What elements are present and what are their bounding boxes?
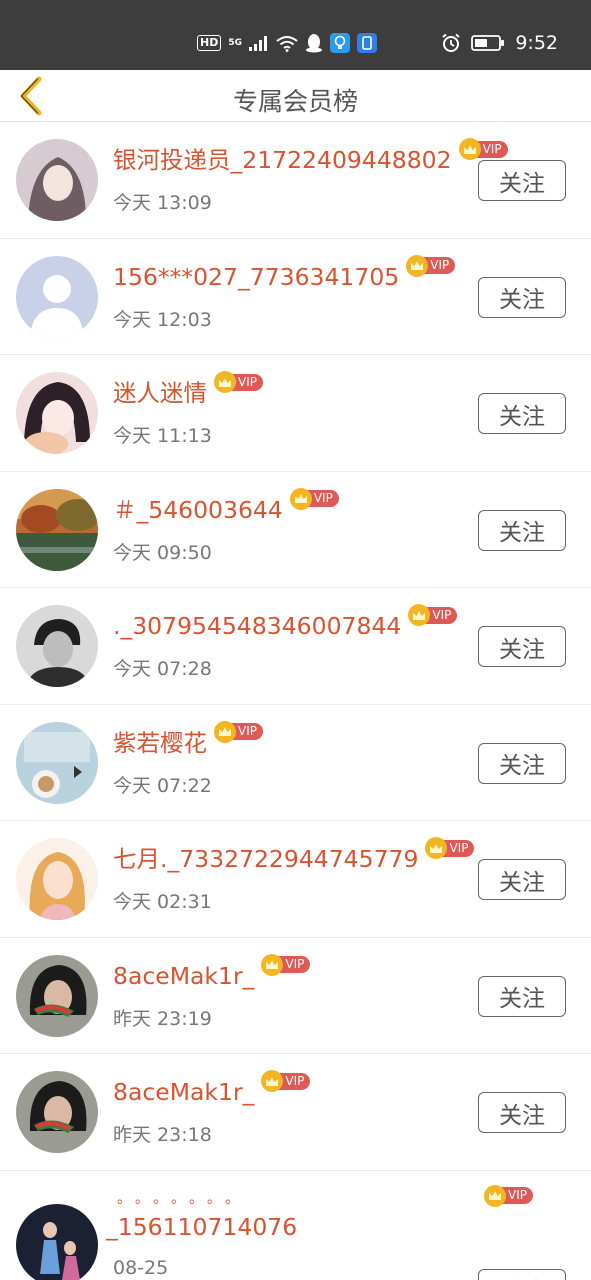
list-item[interactable]: 银河投递员_21722409448802 VIP 今天 13:09 关注 [0, 122, 591, 239]
crown-icon [261, 953, 284, 976]
member-name-line: 七月._7332722944745779 VIP [113, 837, 475, 877]
status-right: 9:52 [441, 31, 558, 55]
vip-badge: VIP [261, 1070, 311, 1092]
network-5g-icon: 5G [228, 38, 242, 48]
follow-button[interactable]: 关注 [478, 509, 566, 551]
member-time: 08-25 [113, 1256, 169, 1279]
vip-badge: VIP [484, 1184, 533, 1207]
battery-icon [471, 35, 505, 51]
follow-button[interactable]: 关注 [478, 276, 566, 318]
list-item[interactable]: 七月._7332722944745779 VIP 今天 02:31 关注 [0, 821, 591, 938]
follow-button[interactable]: 关注 [478, 393, 566, 434]
avatar[interactable] [16, 605, 98, 687]
follow-button[interactable]: 关注 [478, 626, 566, 667]
member-name-line: 8aceMak1r_ VIP [113, 953, 311, 994]
list-item[interactable]: 8aceMak1r_ VIP 昨天 23:19 关注 [0, 937, 591, 1054]
member-name[interactable]: 紫若樱花 [113, 725, 207, 761]
vip-badge: VIP [214, 371, 263, 393]
member-name-line: _156110714076 [106, 1209, 297, 1245]
follow-button[interactable]: 关注 [478, 1092, 566, 1133]
follow-button[interactable]: 关注 [478, 975, 566, 1017]
list-item[interactable]: 156***027_7736341705 VIP 今天 12:03 关注 [0, 238, 591, 355]
member-name[interactable]: 七月._7332722944745779 [113, 841, 418, 877]
member-name-line: ._307954548346007844 VIP [113, 604, 458, 644]
member-time: 今天 07:22 [113, 774, 212, 797]
qq-icon [306, 34, 322, 53]
follow-button[interactable]: 关注 [478, 742, 566, 784]
member-time: 今天 07:28 [113, 658, 212, 680]
member-time: 今天 02:31 [113, 891, 212, 913]
page-title: 专属会员榜 [232, 87, 358, 116]
avatar[interactable] [16, 1203, 98, 1280]
list-item[interactable]: 8aceMak1r_ VIP 昨天 23:18 关注 [0, 1054, 591, 1171]
crown-icon [406, 254, 429, 277]
crown-icon [214, 371, 236, 393]
member-list: 银河投递员_21722409448802 VIP 今天 13:09 关注 156… [0, 122, 591, 1280]
avatar[interactable] [16, 721, 98, 804]
status-bar: HD 5G 9:52 [0, 0, 591, 70]
wifi-icon [276, 35, 298, 52]
member-time: 今天 11:13 [113, 425, 212, 447]
crown-icon [289, 487, 312, 510]
follow-button[interactable]: 关注 [478, 1268, 566, 1280]
vip-badge: VIP [458, 138, 508, 160]
list-item[interactable]: ._307954548346007844 VIP 今天 07:28 关注 [0, 588, 591, 705]
member-name-line: 迷人迷情 VIP [113, 371, 263, 411]
avatar[interactable] [16, 838, 98, 920]
member-name[interactable]: ＃_546003644 [113, 492, 283, 528]
member-time: 昨天 23:19 [113, 1007, 212, 1030]
member-name[interactable]: 银河投递员_21722409448802 [113, 142, 452, 178]
member-time: 今天 13:09 [113, 192, 212, 214]
member-name[interactable]: ._307954548346007844 [113, 608, 401, 644]
vip-badge: VIP [214, 720, 263, 743]
status-icons: HD 5G [197, 32, 377, 54]
vip-badge: VIP [406, 254, 456, 277]
crown-icon [214, 720, 236, 743]
vip-badge: VIP [408, 604, 458, 626]
hd-icon: HD [197, 35, 222, 51]
list-item[interactable]: 迷人迷情 VIP 今天 11:13 关注 [0, 355, 591, 472]
name-decoration: 。。。。。。。 [117, 1190, 250, 1207]
member-name-line: 紫若樱花 VIP [113, 720, 263, 761]
avatar[interactable] [16, 255, 98, 338]
avatar[interactable] [16, 954, 98, 1037]
member-time: 今天 09:50 [113, 541, 212, 564]
app-phone-icon [357, 33, 377, 53]
avatar[interactable] [16, 1071, 98, 1153]
member-name[interactable]: _156110714076 [106, 1209, 297, 1245]
list-item[interactable]: 紫若樱花 VIP 今天 07:22 关注 [0, 704, 591, 821]
header-bar: 专属会员榜 [0, 70, 591, 122]
list-item[interactable]: 。。。。。。。 _156110714076 VIP 08-25 关注 [0, 1170, 591, 1280]
clock-text: 9:52 [515, 32, 558, 54]
vip-badge: VIP [425, 837, 475, 859]
member-name[interactable]: 8aceMak1r_ [113, 1074, 254, 1110]
avatar[interactable] [16, 139, 98, 221]
member-name[interactable]: 8aceMak1r_ [113, 958, 254, 994]
vip-badge: VIP [289, 487, 339, 510]
vip-badge: VIP [261, 953, 311, 976]
list-item[interactable]: ＃_546003644 VIP 今天 09:50 关注 [0, 471, 591, 588]
app-bulb-icon [330, 33, 350, 53]
member-time: 今天 12:03 [113, 308, 212, 331]
member-name[interactable]: 迷人迷情 [113, 375, 207, 411]
crown-icon [458, 138, 481, 160]
signal-icon [249, 36, 267, 51]
follow-button[interactable]: 关注 [478, 859, 566, 900]
avatar[interactable] [16, 372, 98, 454]
member-name-line: 8aceMak1r_ VIP [113, 1070, 311, 1110]
avatar[interactable] [16, 488, 98, 571]
member-name[interactable]: 156***027_7736341705 [113, 259, 399, 295]
member-name-line: ＃_546003644 VIP [113, 487, 339, 528]
follow-button[interactable]: 关注 [478, 160, 566, 201]
member-name-line: 银河投递员_21722409448802 VIP [113, 138, 508, 178]
member-name-line: 156***027_7736341705 VIP [113, 254, 456, 295]
crown-icon [484, 1184, 507, 1207]
member-time: 昨天 23:18 [113, 1124, 212, 1146]
alarm-icon [442, 33, 460, 52]
